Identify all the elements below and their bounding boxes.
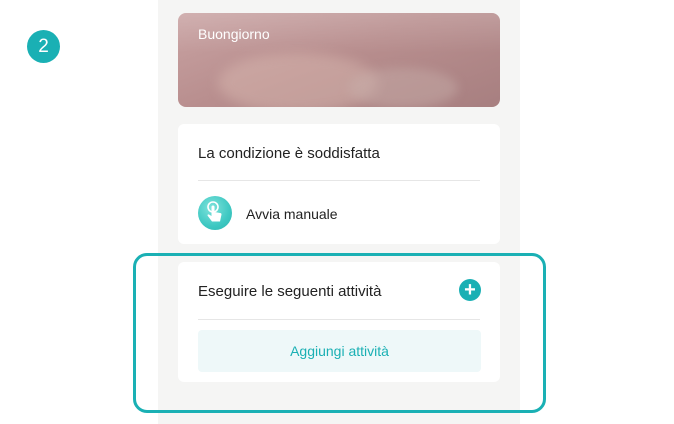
scene-banner[interactable]: Buongiorno (178, 13, 500, 107)
tap-hand-icon[interactable] (198, 196, 232, 230)
step-number-badge: 2 (27, 30, 60, 63)
condition-card: La condizione è soddisfatta Avvia manual… (178, 124, 500, 244)
tap-hand-glyph (207, 201, 222, 222)
banner-background-detail (348, 68, 458, 107)
banner-title: Buongiorno (198, 26, 270, 42)
manual-start-label[interactable]: Avvia manuale (246, 206, 338, 222)
condition-divider (198, 180, 480, 181)
highlight-frame (133, 253, 546, 413)
condition-title: La condizione è soddisfatta (198, 145, 380, 162)
tutorial-stage: 2 Buongiorno La condizione è soddisfatta… (0, 0, 674, 424)
